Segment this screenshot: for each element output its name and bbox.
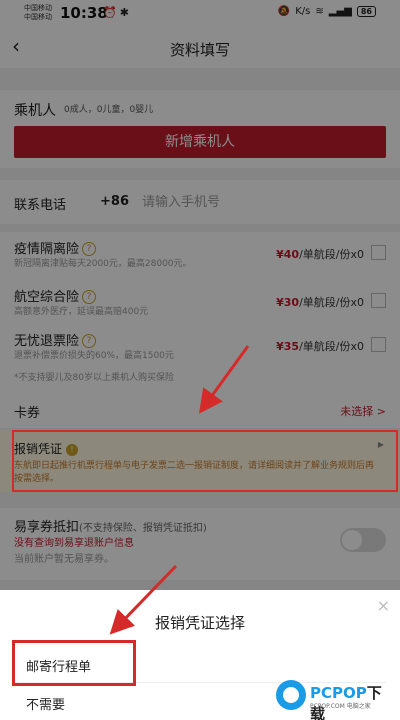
logo-icon	[276, 680, 306, 710]
annotation-box-invoice	[12, 430, 398, 492]
annotation-box-option	[12, 640, 136, 686]
sheet-title: 报销凭证选择	[154, 614, 245, 632]
watermark-logo: PCPOP下载 PCPOP.COM 电脑之家	[276, 680, 396, 720]
logo-brand: PCPOP	[310, 684, 367, 702]
logo-sub: PCPOP.COM 电脑之家	[310, 703, 371, 710]
close-icon[interactable]: ×	[377, 596, 390, 615]
option-label: 不需要	[26, 698, 66, 713]
